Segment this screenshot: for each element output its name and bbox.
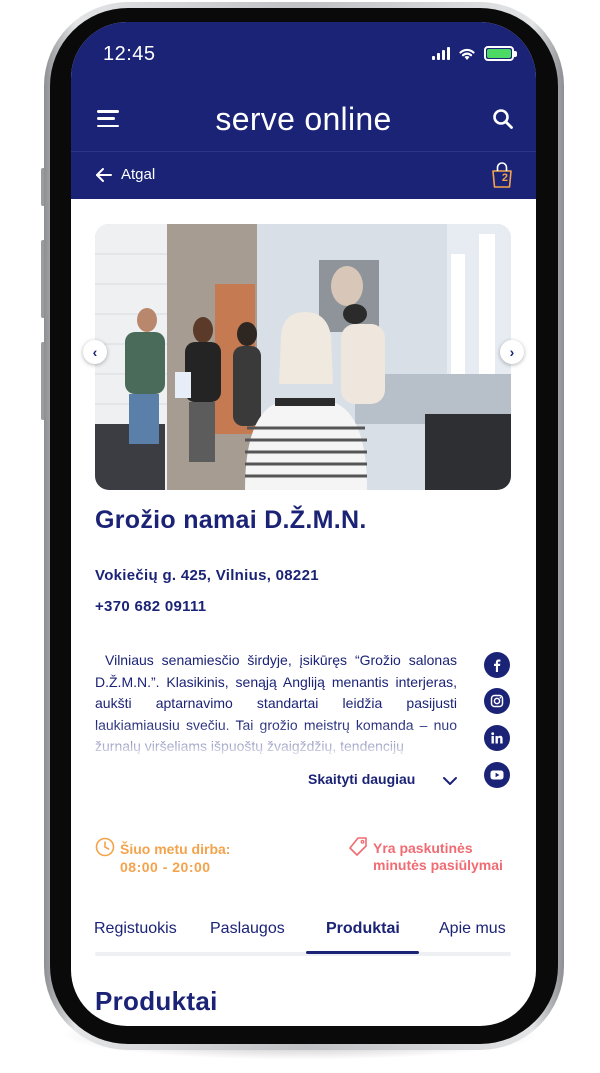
tab-registuokis[interactable]: Registuokis: [94, 920, 177, 938]
battery-icon: [484, 46, 517, 61]
serve-online-logo[interactable]: serve online: [71, 101, 536, 138]
signal-icon: [432, 47, 450, 60]
business-phone[interactable]: +370 682 09111: [95, 598, 206, 615]
tab-underline-track: [95, 952, 511, 956]
clock-icon: [95, 837, 115, 857]
status-time: 12:45: [103, 43, 156, 65]
read-more-link[interactable]: Skaityti daugiau: [308, 771, 415, 787]
status-icons: [432, 46, 517, 61]
phone-screen: 12:45 serve online Atgal 2 ‹ › Grožio na…: [71, 22, 536, 1026]
working-hours-time: 08:00 - 20:00: [120, 859, 211, 875]
tab-bar: Registuokis Paslaugos Produktai Apie mus: [71, 914, 536, 954]
facebook-icon[interactable]: [484, 652, 510, 678]
instagram-icon[interactable]: [484, 688, 510, 714]
back-arrow-icon[interactable]: [95, 166, 113, 184]
section-title: Produktai: [95, 986, 218, 1016]
youtube-icon[interactable]: [484, 762, 510, 788]
working-hours-label: Šiuo metu dirba:: [120, 841, 231, 857]
salon-image: [95, 224, 511, 490]
carousel-next-button[interactable]: ›: [500, 340, 524, 364]
tab-produktai[interactable]: Produktai: [326, 920, 400, 938]
carousel-prev-button[interactable]: ‹: [83, 340, 107, 364]
tag-icon: [349, 837, 367, 856]
cart-count-badge: 2: [501, 172, 508, 184]
search-icon[interactable]: [492, 108, 514, 130]
wifi-icon: [459, 48, 475, 60]
business-address[interactable]: Vokiečių g. 425, Vilnius, 08221: [95, 567, 319, 584]
description-fade: [95, 722, 457, 758]
tab-apie-mus[interactable]: Apie mus: [439, 920, 506, 938]
tab-paslaugos[interactable]: Paslaugos: [210, 920, 285, 938]
back-button[interactable]: Atgal: [121, 166, 155, 183]
status-bar: 12:45: [71, 22, 536, 86]
salon-photo[interactable]: [95, 224, 511, 490]
app-header: serve online: [71, 86, 536, 152]
linkedin-icon[interactable]: [484, 725, 510, 751]
business-name: Grožio namai D.Ž.M.N.: [95, 506, 367, 534]
offer-line-2: minutės pasiūlymai: [373, 857, 503, 873]
active-tab-indicator: [306, 951, 419, 954]
last-minute-offers-link[interactable]: Yra paskutinės minutės pasiūlymai: [373, 840, 503, 874]
back-bar: Atgal 2: [71, 152, 536, 199]
chevron-down-icon[interactable]: [442, 775, 458, 787]
offer-line-1: Yra paskutinės: [373, 840, 473, 856]
